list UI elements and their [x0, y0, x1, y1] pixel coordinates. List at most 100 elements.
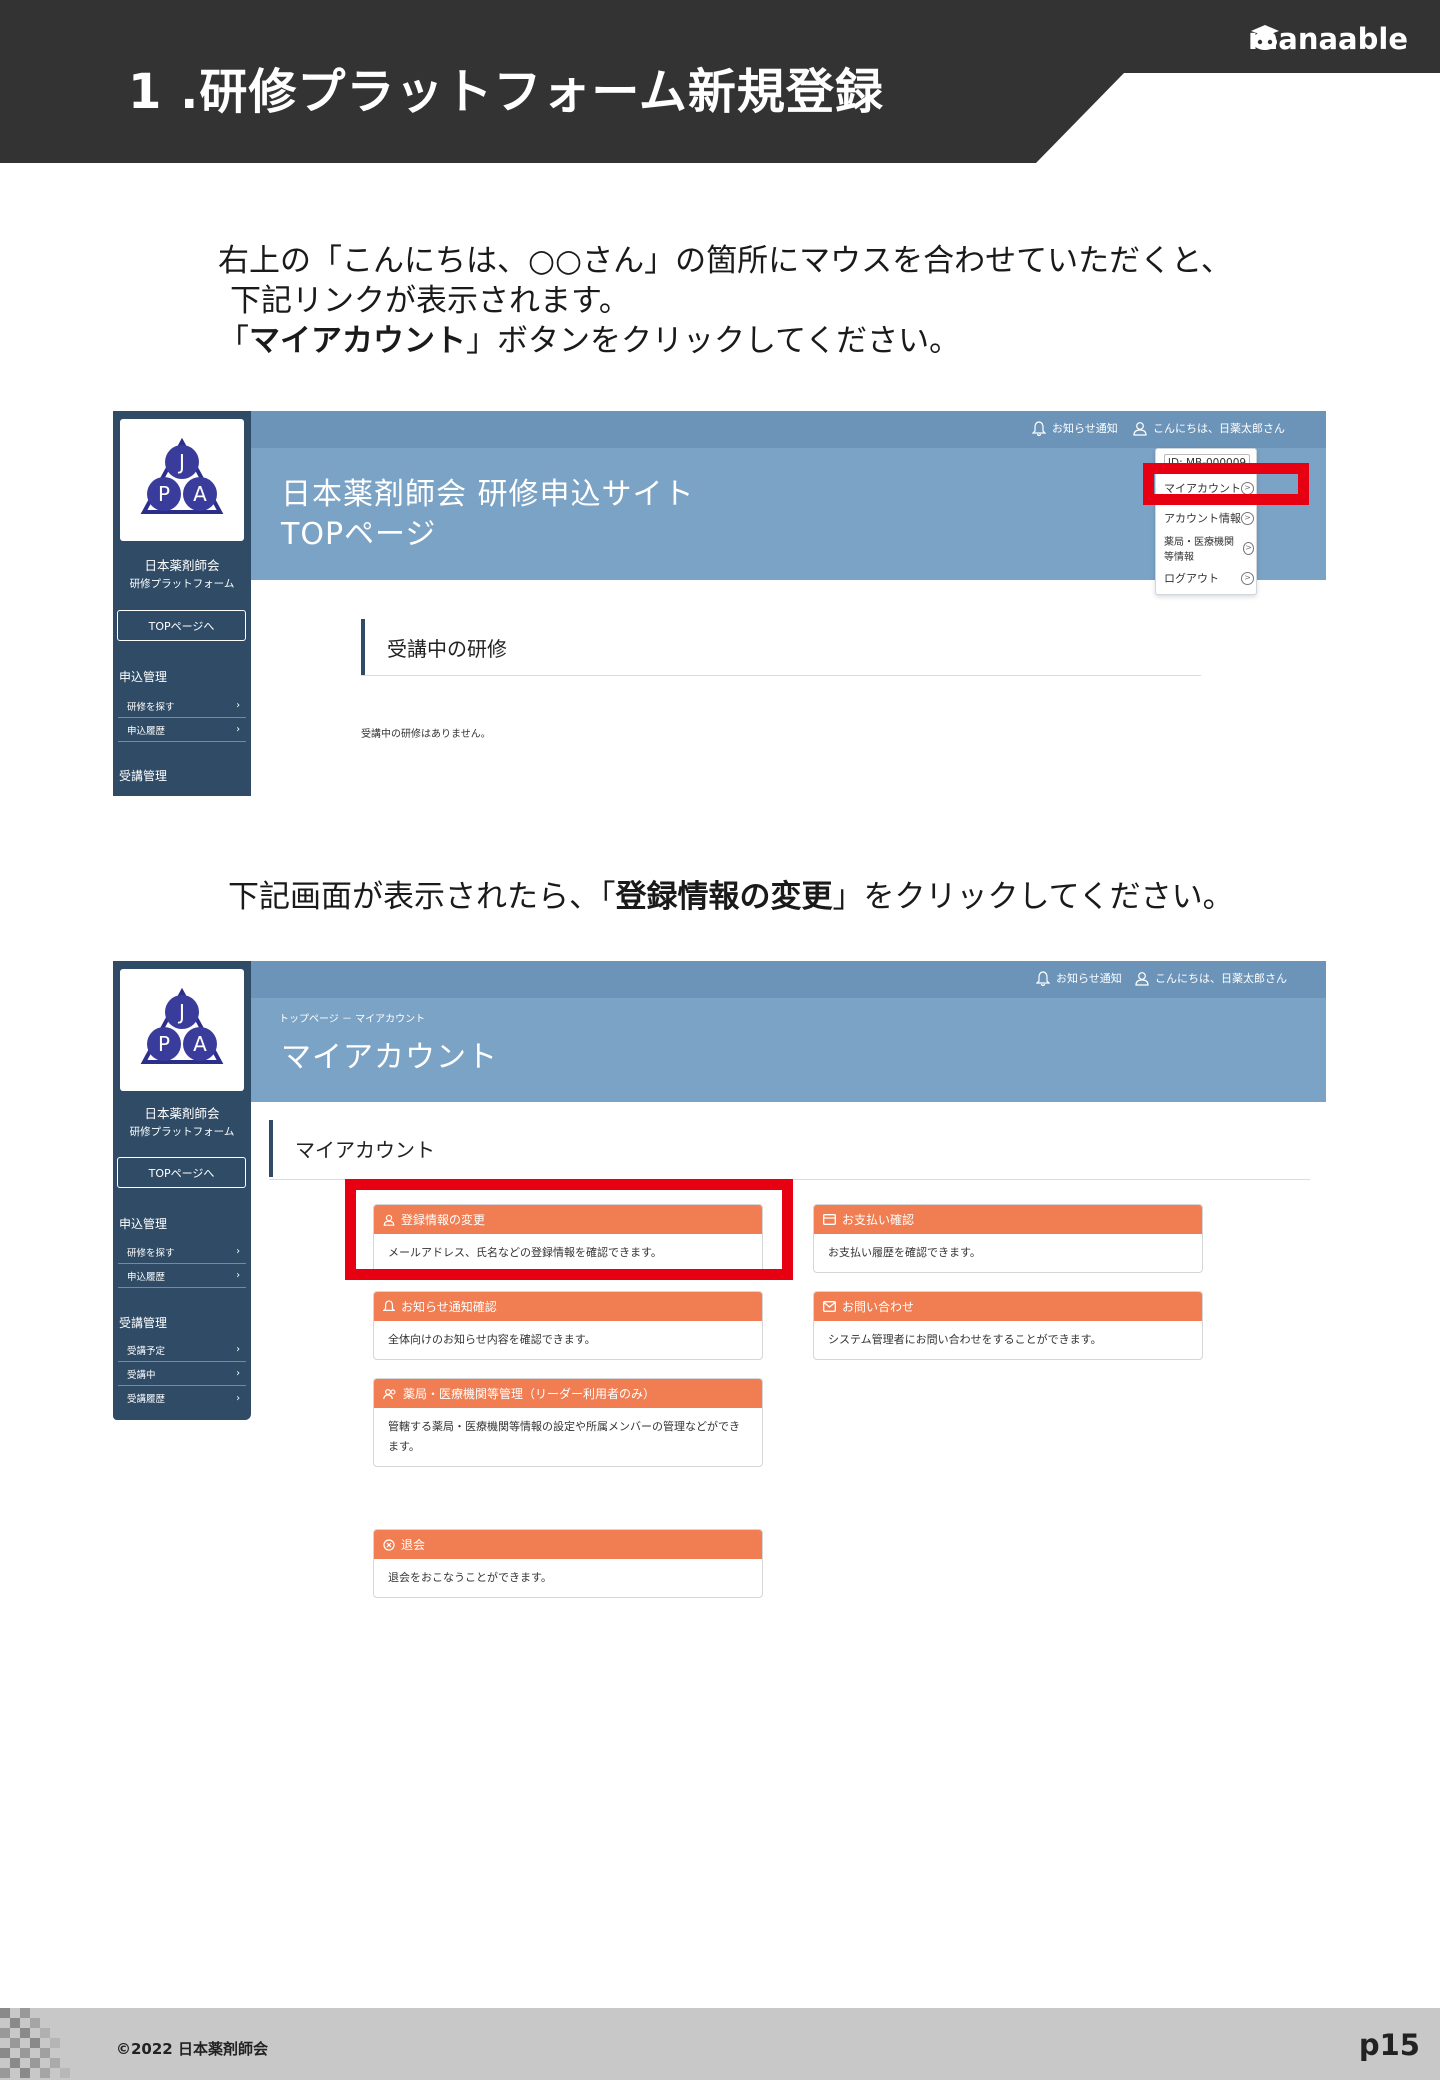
chevron-right-icon: ›: [236, 1368, 240, 1379]
card-description: 退会をおこなうことができます。: [388, 1571, 552, 1584]
dropdown-item-pharmacy-info[interactable]: 薬局・医療機関等情報 >: [1164, 534, 1258, 563]
card-withdrawal[interactable]: 退会 退会をおこなうことができます。: [373, 1529, 763, 1598]
chevron-right-icon: ›: [236, 1270, 240, 1281]
top-strip: お知らせ通知 こんにちは、日薬太郎さん: [251, 961, 1326, 998]
highlight-my-account: [1143, 463, 1309, 505]
sidebar-item-search[interactable]: 研修を探す ›: [118, 694, 246, 718]
divider: [361, 675, 1201, 676]
chevron-right-icon: ›: [236, 1246, 240, 1257]
notice-link[interactable]: お知らせ通知: [1036, 970, 1122, 986]
brand-logo: manaable: [1248, 22, 1408, 56]
section-heading: マイアカウント: [269, 1120, 1310, 1177]
dropdown-item-logout[interactable]: ログアウト >: [1164, 564, 1258, 592]
sidebar-item-history[interactable]: 申込履歴 ›: [118, 718, 246, 742]
step2-instructions: 下記画面が表示されたら、「登録情報の変更」をクリックしてください。: [228, 879, 1234, 915]
card-pharmacy-management[interactable]: 薬局・医療機関等管理（リーダー利用者のみ） 管轄する薬局・医療機関等情報の設定や…: [373, 1378, 763, 1467]
chevron-right-icon: ›: [236, 724, 240, 735]
org-name: 日本薬剤師会: [144, 558, 220, 573]
sidebar-item-history[interactable]: 申込履歴 ›: [118, 1264, 246, 1288]
org-sub: 研修プラットフォーム: [129, 578, 235, 590]
highlight-registration-change: [345, 1179, 793, 1280]
step1-line1: 右上の「こんにちは、○○さん」の箇所にマウスを合わせていただくと、: [218, 243, 1232, 279]
logo-letter-a: A: [193, 482, 207, 506]
arrow-circle-icon: >: [1243, 541, 1254, 555]
org-name-block: 日本薬剤師会 研修プラットフォーム: [113, 556, 251, 594]
greeting-link[interactable]: こんにちは、日薬太郎さん: [1135, 970, 1287, 986]
hero-title: マイアカウント: [281, 1040, 498, 1075]
breadcrumb[interactable]: トップページ － マイアカウント: [279, 1010, 425, 1025]
card-description: システム管理者にお問い合わせをすることができます。: [828, 1333, 1102, 1346]
brand-mascot-icon: [1251, 25, 1280, 50]
footer: ©2022 日本薬剤師会 p15: [0, 2008, 1440, 2080]
top-strip: お知らせ通知 こんにちは、日薬太郎さん: [251, 411, 1326, 448]
arrow-circle-icon: >: [1241, 571, 1254, 585]
chevron-right-icon: ›: [236, 1392, 240, 1404]
jpa-logo: J P A: [120, 969, 244, 1091]
org-name-block: 日本薬剤師会 研修プラットフォーム: [113, 1104, 251, 1142]
slide-page: 1 .研修プラットフォーム新規登録 manaable 右上の「こんにちは、○○さ…: [0, 0, 1440, 2080]
group-icon: [383, 1388, 396, 1399]
close-circle-icon: [383, 1538, 395, 1551]
card-notice-check[interactable]: お知らせ通知確認 全体向けのお知らせ内容を確認できます。: [373, 1291, 763, 1360]
logo-letter-p: P: [158, 1032, 170, 1056]
hero-banner: トップページ － マイアカウント マイアカウント: [251, 998, 1326, 1102]
copyright: ©2022 日本薬剤師会: [116, 2040, 268, 2058]
header-banner: 1 .研修プラットフォーム新規登録 manaable: [0, 0, 1440, 163]
sidebar-section-course: 受講管理: [119, 769, 168, 783]
card-inquiry[interactable]: お問い合わせ システム管理者にお問い合わせをすることができます。: [813, 1291, 1203, 1360]
sidebar-item-completed[interactable]: 受講履歴 ›: [118, 1386, 246, 1410]
sidebar: J P A 日本薬剤師会 研修プラットフォーム TOPページへ 申込管理 研修を…: [113, 961, 251, 1420]
checker-pattern: [0, 2008, 70, 2078]
user-icon: [1135, 971, 1149, 986]
org-name: 日本薬剤師会: [144, 1106, 220, 1121]
card-description: お支払い履歴を確認できます。: [828, 1246, 981, 1259]
step1-emphasis: マイアカウント: [249, 323, 466, 359]
step2-emphasis: 登録情報の変更: [615, 879, 833, 915]
notice-link[interactable]: お知らせ通知: [1032, 420, 1118, 436]
step1-line2: 下記リンクが表示されます。: [230, 283, 630, 319]
user-icon: [1133, 421, 1147, 436]
sidebar-section-course: 受講管理: [119, 1316, 168, 1330]
sidebar-item-in-progress[interactable]: 受講中 ›: [118, 1362, 246, 1386]
logo-letter-a: A: [193, 1032, 207, 1056]
jpa-logo-icon: J P A: [140, 988, 224, 1064]
sidebar-section-apply: 申込管理: [119, 1217, 168, 1231]
step1-line3: 「マイアカウント」ボタンをクリックしてください。: [218, 323, 961, 359]
sidebar-item-search[interactable]: 研修を探す ›: [118, 1240, 246, 1264]
content-panel: 受講中の研修 受講中の研修はありません。: [269, 599, 1310, 796]
card-title: お支払い確認: [842, 1213, 915, 1227]
bell-icon: [1036, 970, 1050, 986]
logo-letter-j: J: [177, 1000, 185, 1024]
screenshot-my-account: J P A 日本薬剤師会 研修プラットフォーム TOPページへ 申込管理 研修を…: [113, 961, 1326, 1615]
dropdown-item-account-info[interactable]: アカウント情報 >: [1164, 504, 1258, 532]
card-title: お知らせ通知確認: [401, 1300, 497, 1314]
card-title: お問い合わせ: [842, 1300, 915, 1314]
empty-message: 受講中の研修はありません。: [361, 729, 491, 740]
greeting-link[interactable]: こんにちは、日薬太郎さん: [1133, 420, 1285, 436]
card-payment-check[interactable]: お支払い確認 お支払い履歴を確認できます。: [813, 1204, 1203, 1273]
sidebar-section-apply: 申込管理: [119, 670, 168, 684]
card-description: 全体向けのお知らせ内容を確認できます。: [388, 1333, 596, 1346]
page-number: p15: [1358, 2028, 1420, 2062]
card-icon: [823, 1214, 836, 1225]
bell-icon: [383, 1300, 395, 1311]
mail-icon: [823, 1301, 836, 1312]
card-description: 管轄する薬局・医療機関等情報の設定や所属メンバーの管理などができます。: [388, 1420, 740, 1453]
bell-icon: [1032, 420, 1046, 436]
jpa-logo: J P A: [120, 419, 244, 541]
chevron-right-icon: ›: [236, 700, 240, 711]
jpa-logo-icon: J P A: [140, 438, 224, 514]
screenshot-top-page: J P A 日本薬剤師会 研修プラットフォーム TOPページへ 申込管理 研修を…: [113, 411, 1326, 796]
card-title: 退会: [401, 1538, 426, 1552]
chevron-right-icon: ›: [236, 1344, 240, 1355]
step1-instructions: 右上の「こんにちは、○○さん」の箇所にマウスを合わせていただくと、 下記リンクが…: [218, 241, 1232, 361]
top-page-button[interactable]: TOPページへ: [117, 610, 246, 641]
sidebar-item-scheduled[interactable]: 受講予定 ›: [118, 1338, 246, 1362]
logo-letter-p: P: [158, 482, 170, 506]
slide-title: 1 .研修プラットフォーム新規登録: [128, 64, 884, 120]
section-heading: 受講中の研修: [361, 619, 1201, 675]
logo-letter-j: J: [177, 450, 185, 474]
org-sub: 研修プラットフォーム: [129, 1126, 235, 1138]
top-page-button[interactable]: TOPページへ: [117, 1157, 246, 1188]
card-title: 薬局・医療機関等管理（リーダー利用者のみ）: [403, 1387, 656, 1401]
